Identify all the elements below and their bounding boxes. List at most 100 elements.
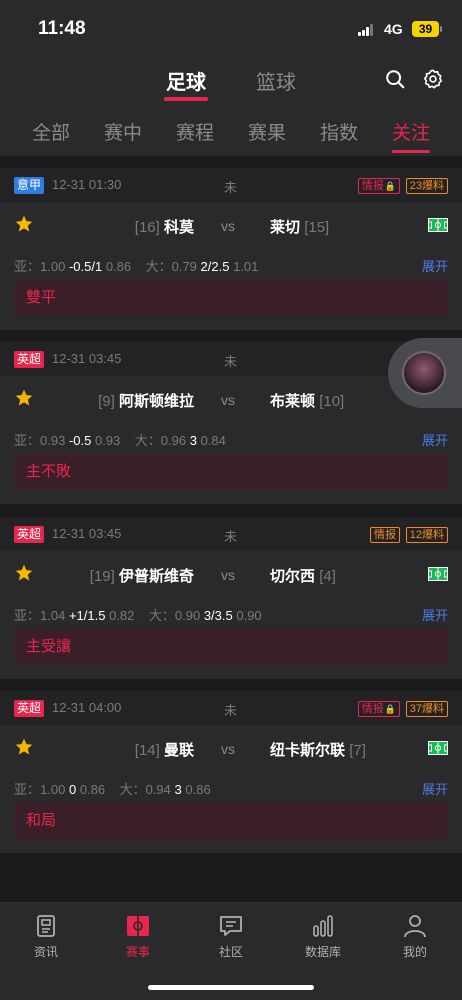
home-team[interactable]: [19] 伊普斯维奇 (90, 565, 194, 586)
home-team[interactable]: [9] 阿斯顿维拉 (98, 390, 194, 411)
tab-index[interactable]: 指数 (320, 118, 358, 145)
tab-bar-database[interactable]: 数据库 (283, 913, 363, 960)
tab-all[interactable]: 全部 (32, 118, 70, 145)
expand-link[interactable]: 展开 (422, 430, 448, 449)
away-team[interactable]: 纽卡斯尔联 [7] (270, 739, 366, 760)
match-header: 英超 12-31 03:45 未 情报 12爆料 (0, 517, 462, 551)
match-header: 英超 12-31 04:00 未 情报🔒 37爆料 (0, 691, 462, 725)
home-team-name: 科莫 (163, 219, 194, 236)
match-card[interactable]: 意甲 12-31 01:30 未情报🔒 23爆料 [16] 科莫 vs 莱切 [15] 亚：1… (0, 168, 462, 330)
home-team-name: 伊普斯维奇 (118, 568, 194, 585)
tab-following[interactable]: 关注 (392, 118, 431, 153)
star-icon[interactable] (14, 563, 34, 583)
news-count-tag[interactable]: 37爆料 (405, 701, 448, 717)
tab-bar-label: 社区 (218, 945, 243, 959)
asia-home-odds: 1.00 (40, 782, 66, 797)
tab-schedule[interactable]: 赛程 (176, 118, 214, 145)
tab-bar-community[interactable]: 社区 (191, 913, 271, 960)
ou-line: 3 (189, 433, 197, 448)
asia-away-odds: 0.86 (79, 782, 106, 797)
gear-icon[interactable] (422, 68, 444, 90)
tab-bar-label: 资讯 (33, 945, 58, 959)
intel-tag[interactable]: 情报 (370, 527, 400, 543)
tab-live[interactable]: 赛中 (104, 118, 142, 145)
tab-bar-matches[interactable]: 赛事 (98, 913, 178, 960)
away-team-name: 纽卡斯尔联 (270, 742, 346, 759)
home-indicator (148, 985, 314, 990)
news-count-tag[interactable]: 12爆料 (405, 527, 448, 543)
tab-football[interactable]: 足球 (164, 66, 208, 101)
odds-row: 亚：1.04 +1/1.5 0.82 大：0.90 3/3.5 0.90 (14, 605, 262, 624)
profile-icon (404, 915, 426, 938)
away-rank: [10] (319, 393, 345, 410)
ou-over-odds: 0.79 (171, 259, 197, 274)
match-status: 未 (224, 703, 238, 718)
lock-icon: 🔒 (384, 181, 396, 191)
asia-home-odds: 1.00 (40, 259, 66, 274)
away-team[interactable]: 布莱顿 [10] (270, 390, 344, 411)
tab-bar-label: 我的 (402, 945, 427, 959)
away-team[interactable]: 莱切 [15] (270, 216, 329, 237)
chat-icon (220, 916, 242, 936)
tab-results[interactable]: 赛果 (248, 118, 286, 145)
expand-link[interactable]: 展开 (422, 605, 448, 624)
league-badge[interactable]: 英超 (14, 700, 45, 717)
intel-label: 情报 (361, 180, 384, 192)
vs-label: vs (221, 392, 235, 408)
tab-bar-news[interactable]: 资讯 (6, 913, 86, 960)
vs-label: vs (221, 567, 235, 583)
lock-icon: 🔒 (384, 704, 396, 714)
network-type: 4G (384, 21, 403, 37)
away-team-name: 莱切 (270, 219, 301, 236)
match-card[interactable]: 英超 12-31 03:45 未 情报 12爆料 [19] 伊普斯维奇 vs 切尔西 [4] 亚… (0, 517, 462, 679)
prediction-result[interactable]: 和局 (14, 803, 448, 839)
away-team[interactable]: 切尔西 [4] (270, 565, 336, 586)
pitch-icon[interactable] (428, 741, 448, 755)
league-badge[interactable]: 英超 (14, 351, 45, 368)
odds-row: 亚：0.93 -0.5 0.93 大：0.96 3 0.84 (14, 430, 226, 449)
intel-tag[interactable]: 情报🔒 (357, 701, 400, 717)
prediction-result[interactable]: 主受讓 (14, 629, 448, 665)
match-card[interactable]: 英超 12-31 04:00 未 情报🔒 37爆料 [14] 曼联 vs 纽卡斯尔联 [7] 亚… (0, 691, 462, 853)
star-icon[interactable] (14, 737, 34, 757)
asia-line: 0 (68, 782, 77, 797)
home-team[interactable]: [16] 科莫 (135, 216, 194, 237)
intel-tag[interactable]: 情报🔒 (357, 178, 400, 194)
sub-tabs: 全部 赛中 赛程 赛果 指数 关注 (0, 118, 462, 156)
search-icon[interactable] (384, 68, 406, 90)
ou-under-odds: 1.01 (233, 259, 259, 274)
star-icon[interactable] (14, 214, 34, 234)
home-rank: [9] (98, 393, 115, 410)
odds-row: 亚：1.00 -0.5/1 0.86 大：0.79 2/2.5 1.01 (14, 256, 258, 275)
prediction-result[interactable]: 主不敗 (14, 454, 448, 490)
away-team-name: 布莱顿 (270, 393, 316, 410)
expand-link[interactable]: 展开 (422, 256, 448, 275)
tab-basketball[interactable]: 篮球 (256, 66, 296, 95)
star-icon[interactable] (14, 388, 34, 408)
ou-over-odds: 0.96 (160, 433, 187, 448)
floating-avatar-bubble[interactable] (388, 338, 462, 408)
home-team[interactable]: [14] 曼联 (135, 739, 194, 760)
avatar[interactable] (402, 351, 446, 395)
news-count-tag[interactable]: 23爆料 (405, 178, 448, 194)
pitch-icon[interactable] (428, 567, 448, 581)
pitch-icon[interactable] (428, 218, 448, 232)
asia-away-odds: 0.93 (94, 433, 121, 448)
asia-label: 亚： (14, 259, 41, 274)
match-status: 未 (224, 529, 238, 544)
vs-label: vs (221, 741, 235, 757)
home-team-name: 曼联 (163, 742, 194, 759)
league-badge[interactable]: 英超 (14, 526, 45, 543)
match-time: 12-31 04:00 (52, 700, 122, 715)
intel-label: 情报 (361, 703, 384, 715)
tab-bar-label: 赛事 (125, 945, 150, 959)
match-icon (127, 916, 149, 936)
prediction-result[interactable]: 雙平 (14, 280, 448, 316)
away-rank: [4] (319, 568, 336, 585)
home-rank: [16] (134, 219, 160, 236)
league-badge[interactable]: 意甲 (14, 177, 45, 194)
tab-bar-profile[interactable]: 我的 (375, 913, 455, 960)
ou-label: 大： (145, 259, 172, 274)
expand-link[interactable]: 展开 (422, 779, 448, 798)
asia-line: -0.5 (68, 433, 92, 448)
